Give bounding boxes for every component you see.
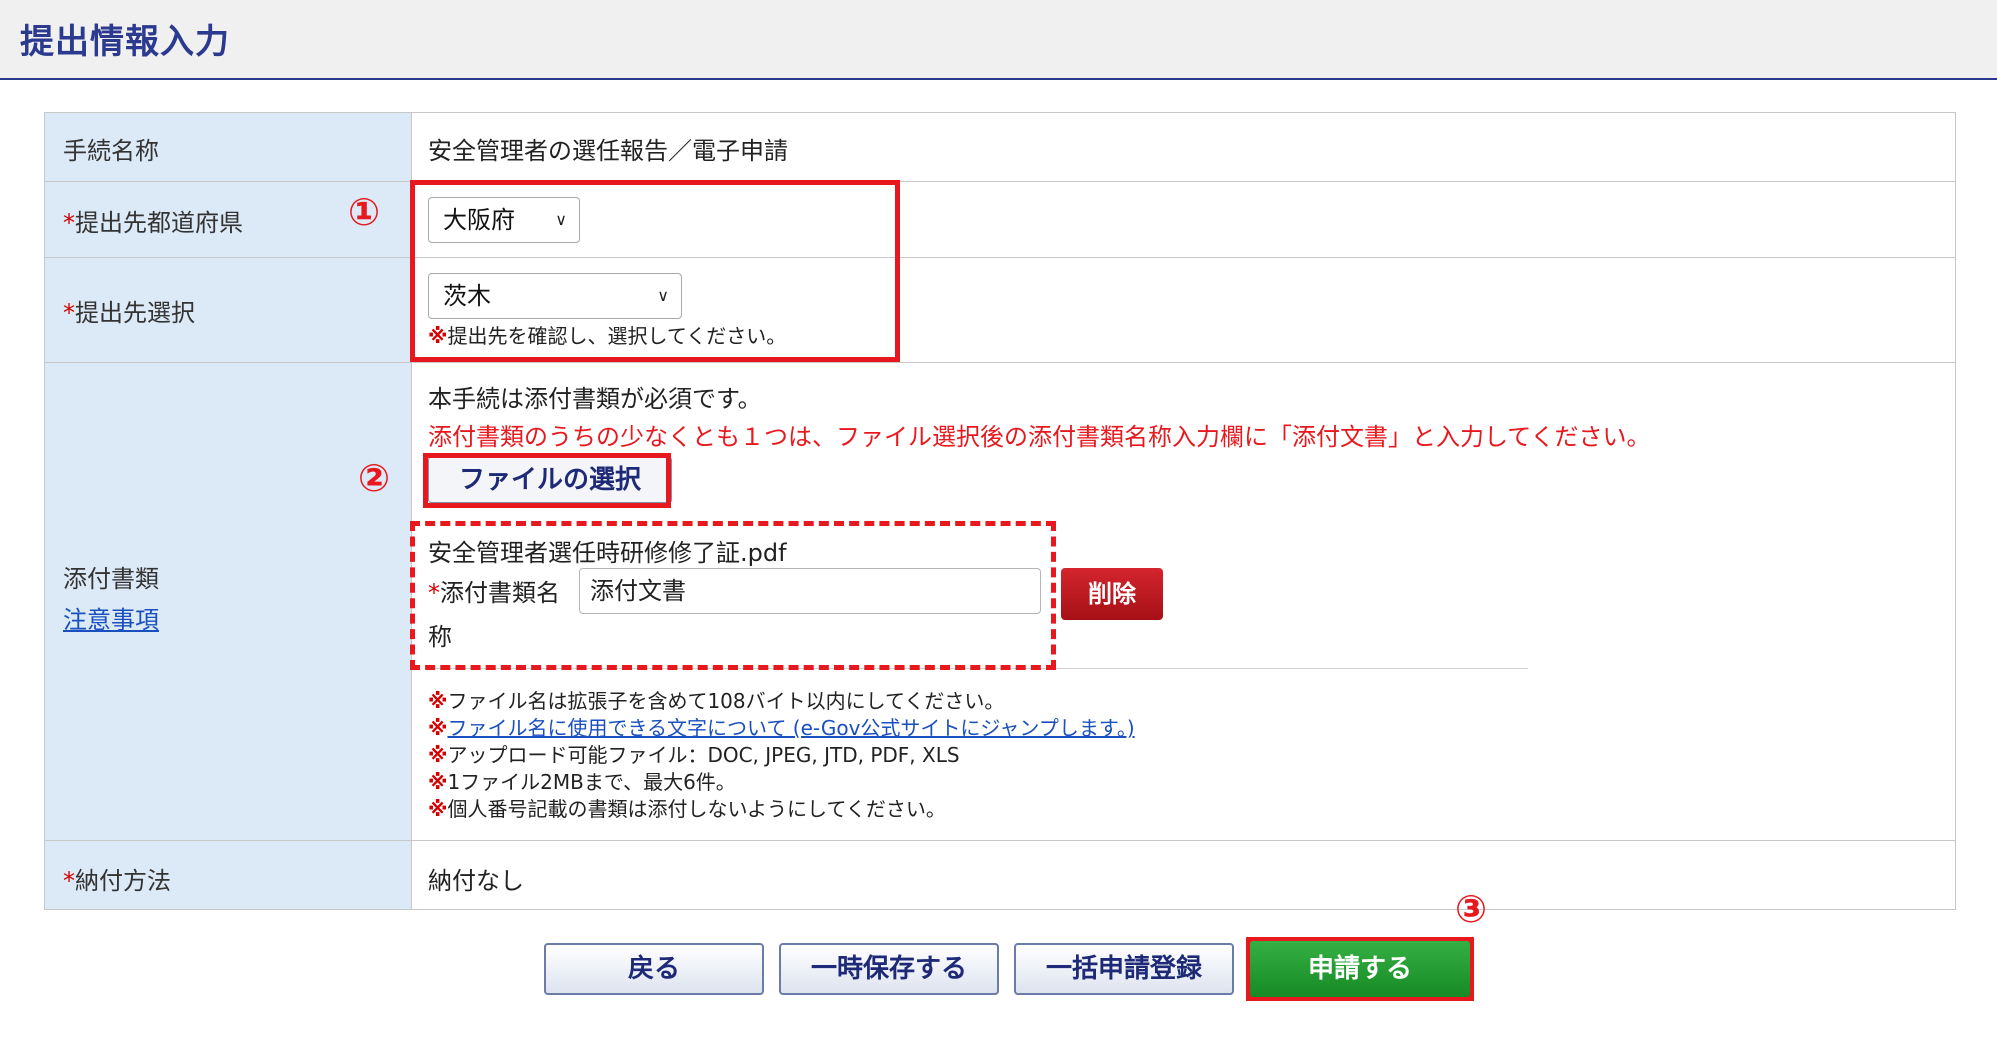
- prefecture-label-text: 提出先都道府県: [75, 209, 243, 237]
- highlight-box-destination: [410, 180, 900, 362]
- prefecture-label: *提出先都道府県: [63, 203, 243, 238]
- payment-label-text: 納付方法: [75, 867, 171, 895]
- attachment-note: ※1ファイル2MBまで、最大6件。: [428, 766, 736, 795]
- attachments-label: 添付書類: [63, 565, 159, 593]
- callout-number-2: ②: [358, 456, 391, 500]
- callout-number-3: ③: [1455, 887, 1488, 931]
- page-header: [0, 0, 1997, 80]
- payment-label: *納付方法: [63, 861, 171, 896]
- attachment-note-text: ファイル名は拡張子を含めて108バイト以内にしてください。: [447, 689, 1005, 713]
- note-mark: ※: [428, 743, 448, 767]
- filename-rules-link[interactable]: ファイル名に使用できる文字について (e-Gov公式サイトにジャンプします。): [447, 716, 1134, 740]
- row-divider: [45, 181, 1955, 182]
- highlight-box-attachment-entry: [410, 521, 1056, 670]
- form-table: 手続名称 安全管理者の選任報告／電子申請 *提出先都道府県 大阪府 ∨ *提出先…: [44, 112, 1956, 910]
- temporary-save-button[interactable]: 一時保存する: [779, 943, 999, 995]
- page-title: 提出情報入力: [20, 22, 230, 62]
- note-mark: ※: [428, 689, 448, 713]
- caution-link[interactable]: 注意事項: [63, 600, 159, 635]
- attachments-warning: 添付書類のうちの少なくとも１つは、ファイル選択後の添付書類名称入力欄に「添付文書…: [428, 423, 1651, 451]
- destination-label: *提出先選択: [63, 293, 195, 328]
- row-divider: [45, 362, 1955, 363]
- attachment-note-text: アップロード可能ファイル：DOC, JPEG, JTD, PDF, XLS: [447, 743, 960, 767]
- batch-register-button[interactable]: 一括申請登録: [1014, 943, 1234, 995]
- attachment-note-text: 1ファイル2MBまで、最大6件。: [447, 770, 736, 794]
- required-mark: *: [63, 867, 75, 895]
- submit-application-button[interactable]: 申請する: [1250, 941, 1470, 997]
- procedure-value: 安全管理者の選任報告／電子申請: [428, 137, 788, 165]
- attachment-note: ※ファイル名は拡張子を含めて108バイト以内にしてください。: [428, 685, 1004, 714]
- attachment-note-text: 個人番号記載の書類は添付しないようにしてください。: [447, 797, 946, 821]
- required-mark: *: [63, 209, 75, 237]
- required-mark: *: [63, 299, 75, 327]
- attachment-note: ※ファイル名に使用できる文字について (e-Gov公式サイトにジャンプします。): [428, 712, 1135, 741]
- procedure-label: 手続名称: [63, 137, 159, 165]
- delete-attachment-button[interactable]: 削除: [1061, 568, 1163, 620]
- attachment-note: ※個人番号記載の書類は添付しないようにしてください。: [428, 793, 946, 822]
- row-divider: [45, 257, 1955, 258]
- destination-label-text: 提出先選択: [75, 299, 195, 327]
- attachments-intro: 本手続は添付書類が必須です。: [428, 385, 762, 413]
- note-mark: ※: [428, 716, 448, 740]
- note-mark: ※: [428, 797, 448, 821]
- payment-value: 納付なし: [428, 867, 524, 895]
- highlight-box-file-button: [423, 453, 671, 508]
- attachment-note: ※アップロード可能ファイル：DOC, JPEG, JTD, PDF, XLS: [428, 739, 960, 768]
- row-divider: [45, 840, 1955, 841]
- note-mark: ※: [428, 770, 448, 794]
- callout-number-1: ①: [348, 190, 381, 234]
- back-button[interactable]: 戻る: [544, 943, 764, 995]
